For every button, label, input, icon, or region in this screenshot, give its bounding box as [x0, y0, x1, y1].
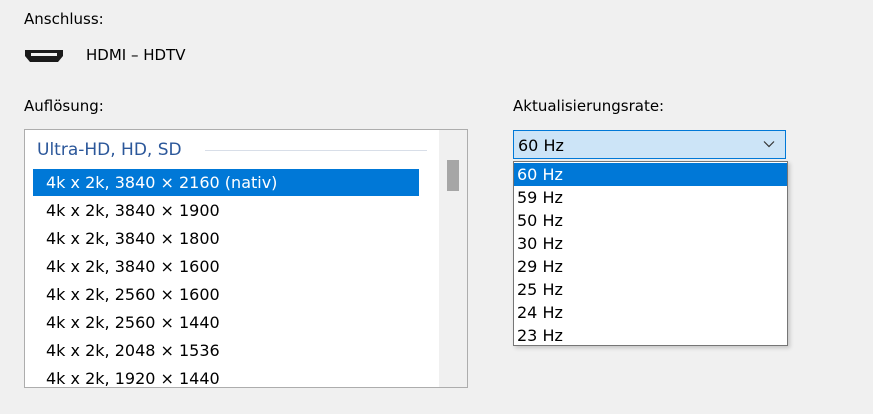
refresh-rate-option-selected[interactable]: 60 Hz: [514, 163, 787, 186]
refresh-rate-current-value: 60 Hz: [518, 136, 564, 155]
group-divider: [205, 150, 427, 151]
resolution-group-header: Ultra-HD, HD, SD: [37, 140, 182, 160]
chevron-down-icon[interactable]: [763, 140, 775, 148]
resolution-item[interactable]: 4k x 2k, 3840 × 1600: [33, 253, 419, 280]
resolution-scrollbar[interactable]: [439, 130, 467, 387]
connection-label: Anschluss:: [24, 10, 104, 28]
refresh-rate-option[interactable]: 29 Hz: [514, 255, 787, 278]
resolution-item[interactable]: 4k x 2k, 1920 × 1440: [33, 365, 419, 387]
resolution-item[interactable]: 4k x 2k, 2560 × 1600: [33, 281, 419, 308]
refresh-rate-option[interactable]: 24 Hz: [514, 301, 787, 324]
resolution-item[interactable]: 4k x 2k, 3840 × 1800: [33, 225, 419, 252]
refresh-rate-combobox[interactable]: 60 Hz: [513, 130, 786, 159]
scrollbar-thumb[interactable]: [447, 160, 459, 191]
resolution-listbox[interactable]: Ultra-HD, HD, SD 4k x 2k, 3840 × 2160 (n…: [24, 129, 468, 388]
resolution-label: Auflösung:: [24, 97, 104, 115]
refresh-rate-dropdown-list[interactable]: 60 Hz 59 Hz 50 Hz 30 Hz 29 Hz 25 Hz 24 H…: [513, 161, 788, 346]
resolution-item[interactable]: 4k x 2k, 2048 × 1536: [33, 337, 419, 364]
refresh-rate-option[interactable]: 50 Hz: [514, 209, 787, 232]
refresh-rate-option[interactable]: 25 Hz: [514, 278, 787, 301]
refresh-rate-option[interactable]: 59 Hz: [514, 186, 787, 209]
resolution-item-selected[interactable]: 4k x 2k, 3840 × 2160 (nativ): [33, 169, 419, 196]
connection-value: HDMI – HDTV: [86, 46, 186, 64]
resolution-item[interactable]: 4k x 2k, 2560 × 1440: [33, 309, 419, 336]
resolution-item[interactable]: 4k x 2k, 3840 × 1900: [33, 197, 419, 224]
hdmi-port-icon: [25, 50, 63, 62]
refresh-rate-label: Aktualisierungsrate:: [513, 97, 665, 115]
refresh-rate-option[interactable]: 23 Hz: [514, 324, 787, 347]
refresh-rate-option[interactable]: 30 Hz: [514, 232, 787, 255]
